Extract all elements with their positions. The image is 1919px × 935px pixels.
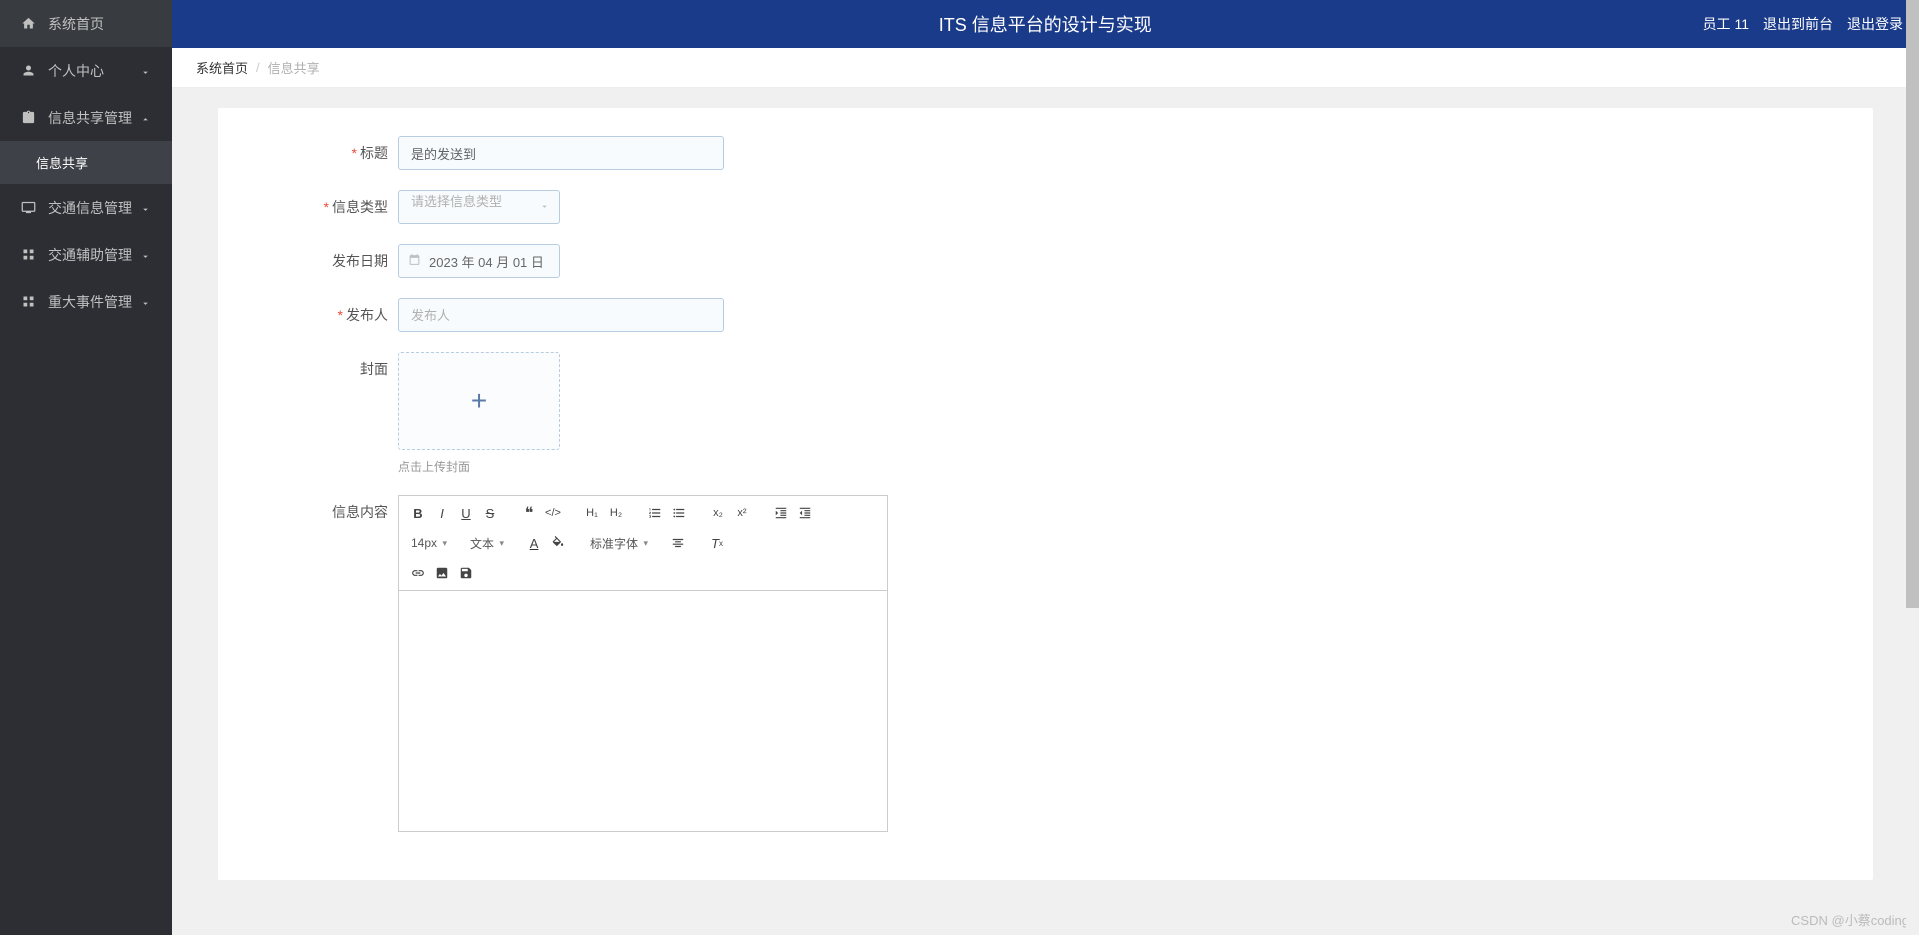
ordered-list-icon[interactable]	[644, 502, 666, 524]
sidebar-label: 交通辅助管理	[48, 245, 140, 265]
app-title: ITS 信息平台的设计与实现	[388, 11, 1703, 37]
type-select[interactable]: 请选择信息类型	[398, 190, 560, 224]
save-icon[interactable]	[455, 562, 477, 584]
date-label: 发布日期	[258, 244, 398, 278]
h1-icon[interactable]: H₁	[581, 502, 603, 524]
title-input[interactable]	[398, 136, 724, 170]
header-logout[interactable]: 退出登录	[1847, 14, 1903, 34]
scrollbar-thumb[interactable]	[1906, 0, 1919, 608]
content-label: 信息内容	[258, 495, 398, 529]
chevron-down-icon	[140, 65, 152, 77]
sidebar-item-traffic-aux[interactable]: 交通辅助管理	[0, 231, 172, 278]
chevron-down-icon	[140, 249, 152, 261]
sidebar-item-home[interactable]: 系统首页	[0, 0, 172, 47]
watermark: CSDN @小蔡coding	[1791, 910, 1909, 929]
sidebar-label: 交通信息管理	[48, 198, 140, 218]
upload-hint: 点击上传封面	[398, 458, 1833, 475]
quote-icon[interactable]: ❝	[518, 502, 540, 524]
editor-body[interactable]	[399, 591, 887, 831]
h2-icon[interactable]: H₂	[605, 502, 627, 524]
bg-color-icon[interactable]	[547, 532, 569, 554]
user-icon	[20, 63, 36, 79]
form-card: *标题 *信息类型 请选择信息类型	[218, 108, 1873, 880]
scrollbar-track[interactable]	[1906, 0, 1919, 935]
sidebar-label: 个人中心	[48, 61, 140, 81]
text-format-select[interactable]: 文本	[466, 533, 506, 554]
indent-icon[interactable]	[770, 502, 792, 524]
title-label: *标题	[258, 136, 398, 170]
editor-toolbar: B I U S ❝ </> H₁ H₂	[399, 496, 887, 591]
header-logout-front[interactable]: 退出到前台	[1763, 14, 1833, 34]
sidebar-item-info-share-mgmt[interactable]: 信息共享管理	[0, 94, 172, 141]
publisher-label: *发布人	[258, 298, 398, 332]
chevron-up-icon	[140, 112, 152, 124]
sidebar-label: 重大事件管理	[48, 292, 140, 312]
align-icon[interactable]	[667, 532, 689, 554]
font-color-icon[interactable]: A	[523, 532, 545, 554]
date-input[interactable]	[398, 244, 560, 278]
outdent-icon[interactable]	[794, 502, 816, 524]
link-icon[interactable]	[407, 562, 429, 584]
header-user[interactable]: 员工 11	[1703, 14, 1749, 34]
superscript-icon[interactable]: x²	[731, 502, 753, 524]
image-icon[interactable]	[431, 562, 453, 584]
sidebar-item-personal[interactable]: 个人中心	[0, 47, 172, 94]
upload-cover[interactable]: +	[398, 352, 560, 450]
sidebar-item-major-events[interactable]: 重大事件管理	[0, 278, 172, 325]
breadcrumb: 系统首页 / 信息共享	[172, 48, 1919, 88]
strike-icon[interactable]: S	[479, 502, 501, 524]
breadcrumb-current: 信息共享	[268, 58, 320, 77]
clipboard-icon	[20, 110, 36, 126]
clear-format-icon[interactable]: Tx	[706, 532, 728, 554]
font-family-select[interactable]: 标准字体	[586, 533, 650, 554]
subscript-icon[interactable]: x₂	[707, 502, 729, 524]
main: ITS 信息平台的设计与实现 员工 11 退出到前台 退出登录 系统首页 / 信…	[172, 0, 1919, 935]
bold-icon[interactable]: B	[407, 502, 429, 524]
font-size-select[interactable]: 14px	[407, 534, 449, 552]
home-icon	[20, 16, 36, 32]
plus-icon: +	[471, 385, 487, 417]
header: ITS 信息平台的设计与实现 员工 11 退出到前台 退出登录	[172, 0, 1919, 48]
sidebar-label: 系统首页	[48, 14, 152, 34]
italic-icon[interactable]: I	[431, 502, 453, 524]
chevron-down-icon	[140, 296, 152, 308]
sidebar-item-traffic-info[interactable]: 交通信息管理	[0, 184, 172, 231]
grid-icon	[20, 247, 36, 263]
sidebar: 系统首页 个人中心 信息共享管理 信息共享	[0, 0, 172, 935]
sidebar-label: 信息共享管理	[48, 108, 140, 128]
unordered-list-icon[interactable]	[668, 502, 690, 524]
grid-icon	[20, 294, 36, 310]
breadcrumb-home[interactable]: 系统首页	[196, 58, 248, 77]
cover-label: 封面	[258, 352, 398, 386]
underline-icon[interactable]: U	[455, 502, 477, 524]
sidebar-subitem-info-share[interactable]: 信息共享	[0, 141, 172, 184]
content: *标题 *信息类型 请选择信息类型	[172, 88, 1919, 935]
richtext-editor: B I U S ❝ </> H₁ H₂	[398, 495, 888, 832]
code-icon[interactable]: </>	[542, 502, 564, 524]
monitor-icon	[20, 200, 36, 216]
publisher-input[interactable]	[398, 298, 724, 332]
chevron-down-icon	[140, 202, 152, 214]
breadcrumb-sep: /	[256, 60, 260, 75]
sidebar-submenu: 信息共享	[0, 141, 172, 184]
type-label: *信息类型	[258, 190, 398, 224]
